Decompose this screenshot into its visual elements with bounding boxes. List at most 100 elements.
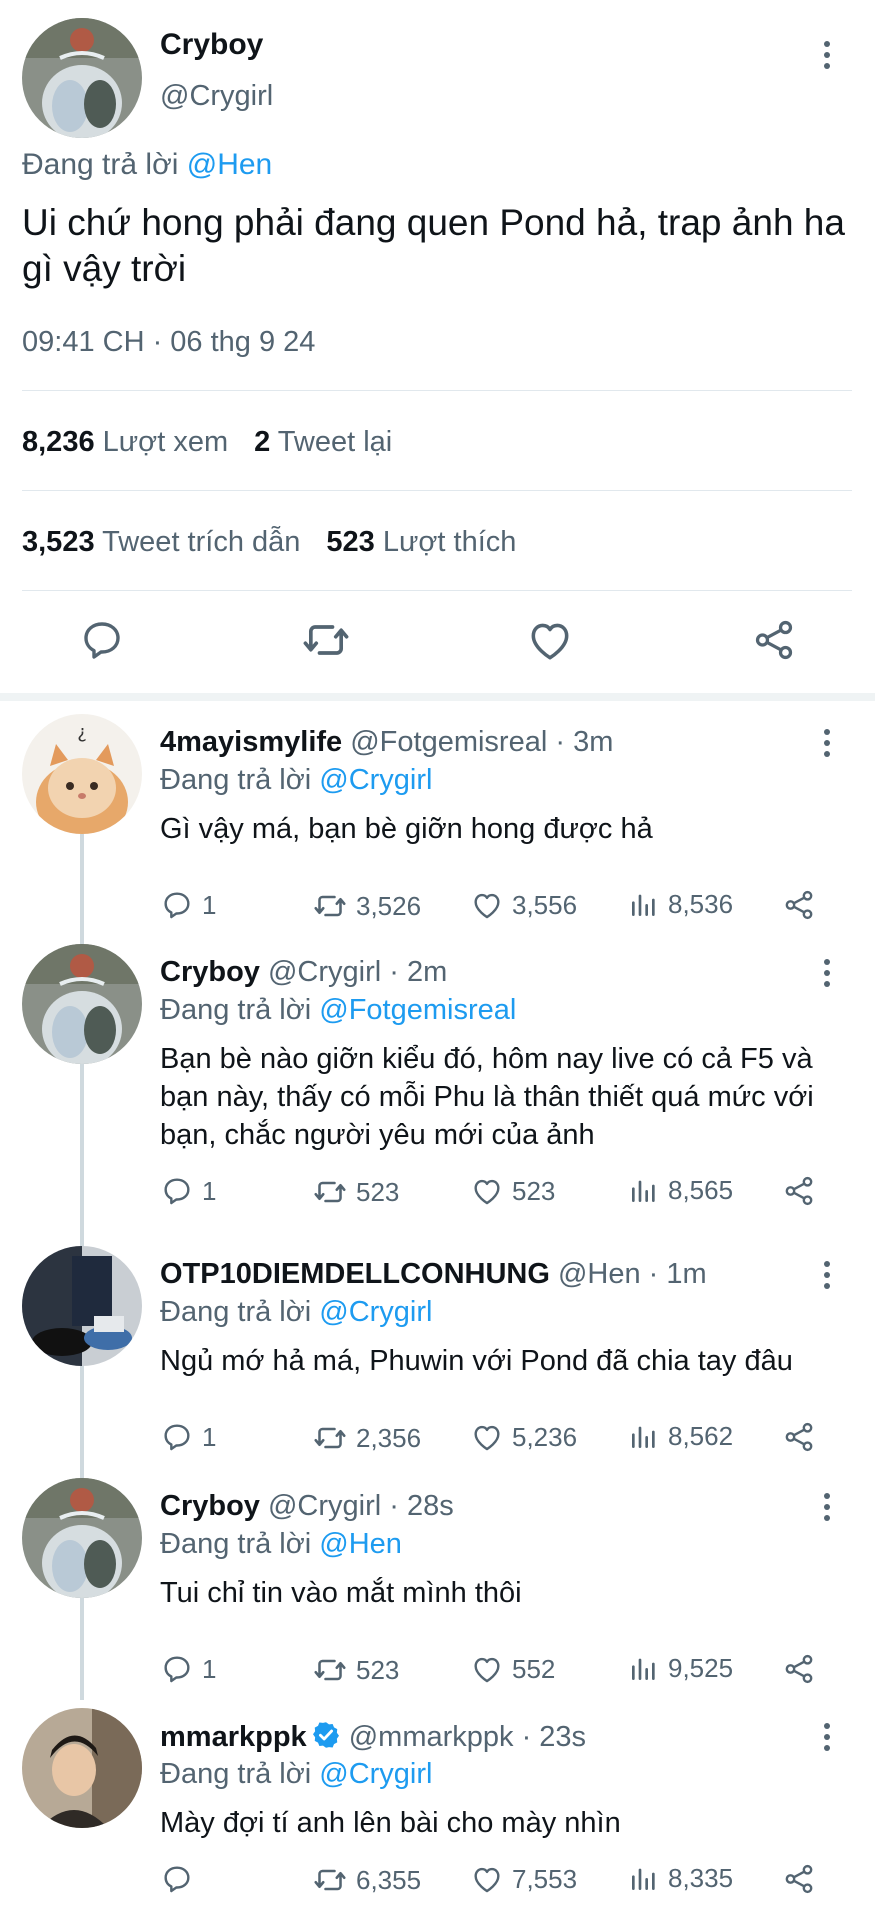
stats-row-1: 8,236 Lượt xem 2 Tweet lại [22,426,392,459]
reply-button[interactable] [160,1862,202,1896]
retweet-icon [300,614,352,666]
share-button[interactable] [782,1652,824,1686]
display-name[interactable]: Cryboy [160,956,260,988]
user-handle[interactable]: @Crygirl [268,1490,381,1522]
reply-icon [160,1652,194,1686]
reply-button[interactable]: 1 [160,888,216,922]
like-icon [470,888,504,922]
display-name[interactable]: 4mayismylife [160,726,342,758]
user-handle[interactable]: @Crygirl [268,956,381,988]
user-handle[interactable]: @Hen [558,1258,641,1290]
retweet-button[interactable]: 523 [312,1652,399,1688]
like-button[interactable]: 5,236 [470,1420,577,1454]
like-icon [470,1174,504,1208]
more-vertical-icon[interactable] [810,954,846,994]
user-handle[interactable]: @Fotgemisreal [350,726,547,758]
reply-icon [78,616,126,664]
views-icon [628,1652,660,1684]
reply-to-link[interactable]: @Crygirl [319,764,432,796]
share-button[interactable] [782,888,824,922]
reply-tweet[interactable]: mmarkppk @mmarkppk · 23s Đang trả lời @C… [0,1708,875,1920]
views-button[interactable]: 8,562 [628,1420,733,1452]
retweet-button[interactable]: 2,356 [312,1420,421,1456]
user-handle[interactable]: @mmarkppk [349,1721,514,1753]
like-button[interactable]: 3,556 [470,888,577,922]
avatar[interactable] [22,18,142,138]
user-handle[interactable]: @Crygirl [160,80,273,113]
stats-row-2: 3,523 Tweet trích dẫn 523 Lượt thích [22,526,516,559]
reply-tweet[interactable]: Cryboy @Crygirl · 2m Đang trả lời @Fotge… [0,944,875,1244]
reply-to-link[interactable]: @Hen [187,148,273,181]
display-name[interactable]: OTP10DIEMDELLCONHUNG [160,1258,550,1290]
reply-button[interactable]: 1 [160,1652,216,1686]
reply-time: · 2m [381,956,448,988]
divider [22,590,852,591]
tweet-actions [0,610,875,680]
more-vertical-icon[interactable] [810,1488,846,1528]
share-button[interactable] [744,610,804,670]
more-vertical-icon[interactable] [810,1718,846,1758]
display-name[interactable]: Cryboy [160,1490,260,1522]
reply-to-link[interactable]: @Crygirl [319,1758,432,1790]
retweet-icon [312,1862,348,1898]
avatar[interactable] [22,1708,142,1828]
replying-to: Đang trả lời @Hen [160,1528,402,1560]
retweet-icon [312,1652,348,1688]
reply-button[interactable]: 1 [160,1174,216,1208]
reply-tweet[interactable]: OTP10DIEMDELLCONHUNG @Hen · 1m Đang trả … [0,1246,875,1476]
avatar[interactable]: ¿ [22,714,142,834]
views-button[interactable]: 8,565 [628,1174,733,1206]
reply-text: Gì vậy má, bạn bè giỡn hong được hả [160,813,653,845]
retweet-button[interactable] [296,610,356,670]
reply-text: Ngủ mớ hả má, Phuwin với Pond đã chia ta… [160,1345,793,1377]
views-icon [628,1862,660,1894]
views-button[interactable]: 9,525 [628,1652,733,1684]
retweet-button[interactable]: 6,355 [312,1862,421,1898]
reply-time: · 28s [381,1490,454,1522]
reply-text: Tui chỉ tin vào mắt mình thôi [160,1577,522,1609]
reply-actions: 1 523 552 9,525 [160,1652,850,1696]
quotes-stat[interactable]: 3,523 Tweet trích dẫn [22,526,300,558]
reply-text: Bạn bè nào giỡn kiểu đó, hôm nay live có… [160,1043,814,1151]
more-vertical-icon[interactable] [810,724,846,764]
views-icon [628,1174,660,1206]
more-vertical-icon[interactable] [810,1256,846,1296]
like-button[interactable]: 523 [470,1174,555,1208]
views-stat[interactable]: 8,236 Lượt xem [22,426,228,458]
more-vertical-icon[interactable] [810,36,846,76]
retweet-icon [312,1420,348,1456]
retweet-button[interactable]: 3,526 [312,888,421,924]
reply-to-link[interactable]: @Hen [319,1528,402,1560]
avatar[interactable] [22,1246,142,1366]
like-button[interactable]: 7,553 [470,1862,577,1896]
display-name[interactable]: Cryboy [160,28,263,62]
svg-text:¿: ¿ [77,722,87,743]
tweet-timestamp[interactable]: 09:41 CH · 06 thg 9 24 [22,326,315,359]
reply-to-link[interactable]: @Crygirl [319,1296,432,1328]
avatar[interactable] [22,1478,142,1598]
likes-stat[interactable]: 523 Lượt thích [326,526,516,558]
retweet-icon [312,1174,348,1210]
like-button[interactable] [520,610,580,670]
share-icon [782,1652,816,1686]
like-icon [470,1862,504,1896]
retweet-button[interactable]: 523 [312,1174,399,1210]
retweets-stat[interactable]: 2 Tweet lại [254,426,392,458]
reply-to-link[interactable]: @Fotgemisreal [319,994,516,1026]
share-button[interactable] [782,1420,824,1454]
reply-tweet[interactable]: ¿ 4mayismylife @Fotgemisreal · 3m Đang t… [0,714,875,944]
reply-button[interactable]: 1 [160,1420,216,1454]
avatar[interactable] [22,944,142,1064]
like-button[interactable]: 552 [470,1652,555,1686]
reply-button[interactable] [72,610,132,670]
share-icon [782,1420,816,1454]
views-button[interactable]: 8,536 [628,888,733,920]
display-name[interactable]: mmarkppk [160,1721,307,1753]
share-button[interactable] [782,1174,824,1208]
reply-tweet[interactable]: Cryboy @Crygirl · 28s Đang trả lời @Hen … [0,1478,875,1706]
reply-actions: 1 2,356 5,236 8,562 [160,1420,850,1464]
reply-header: Cryboy @Crygirl · 28s [160,1490,454,1523]
reply-actions: 1 3,526 3,556 8,536 [160,888,850,932]
views-button[interactable]: 8,335 [628,1862,733,1894]
share-button[interactable] [782,1862,824,1896]
